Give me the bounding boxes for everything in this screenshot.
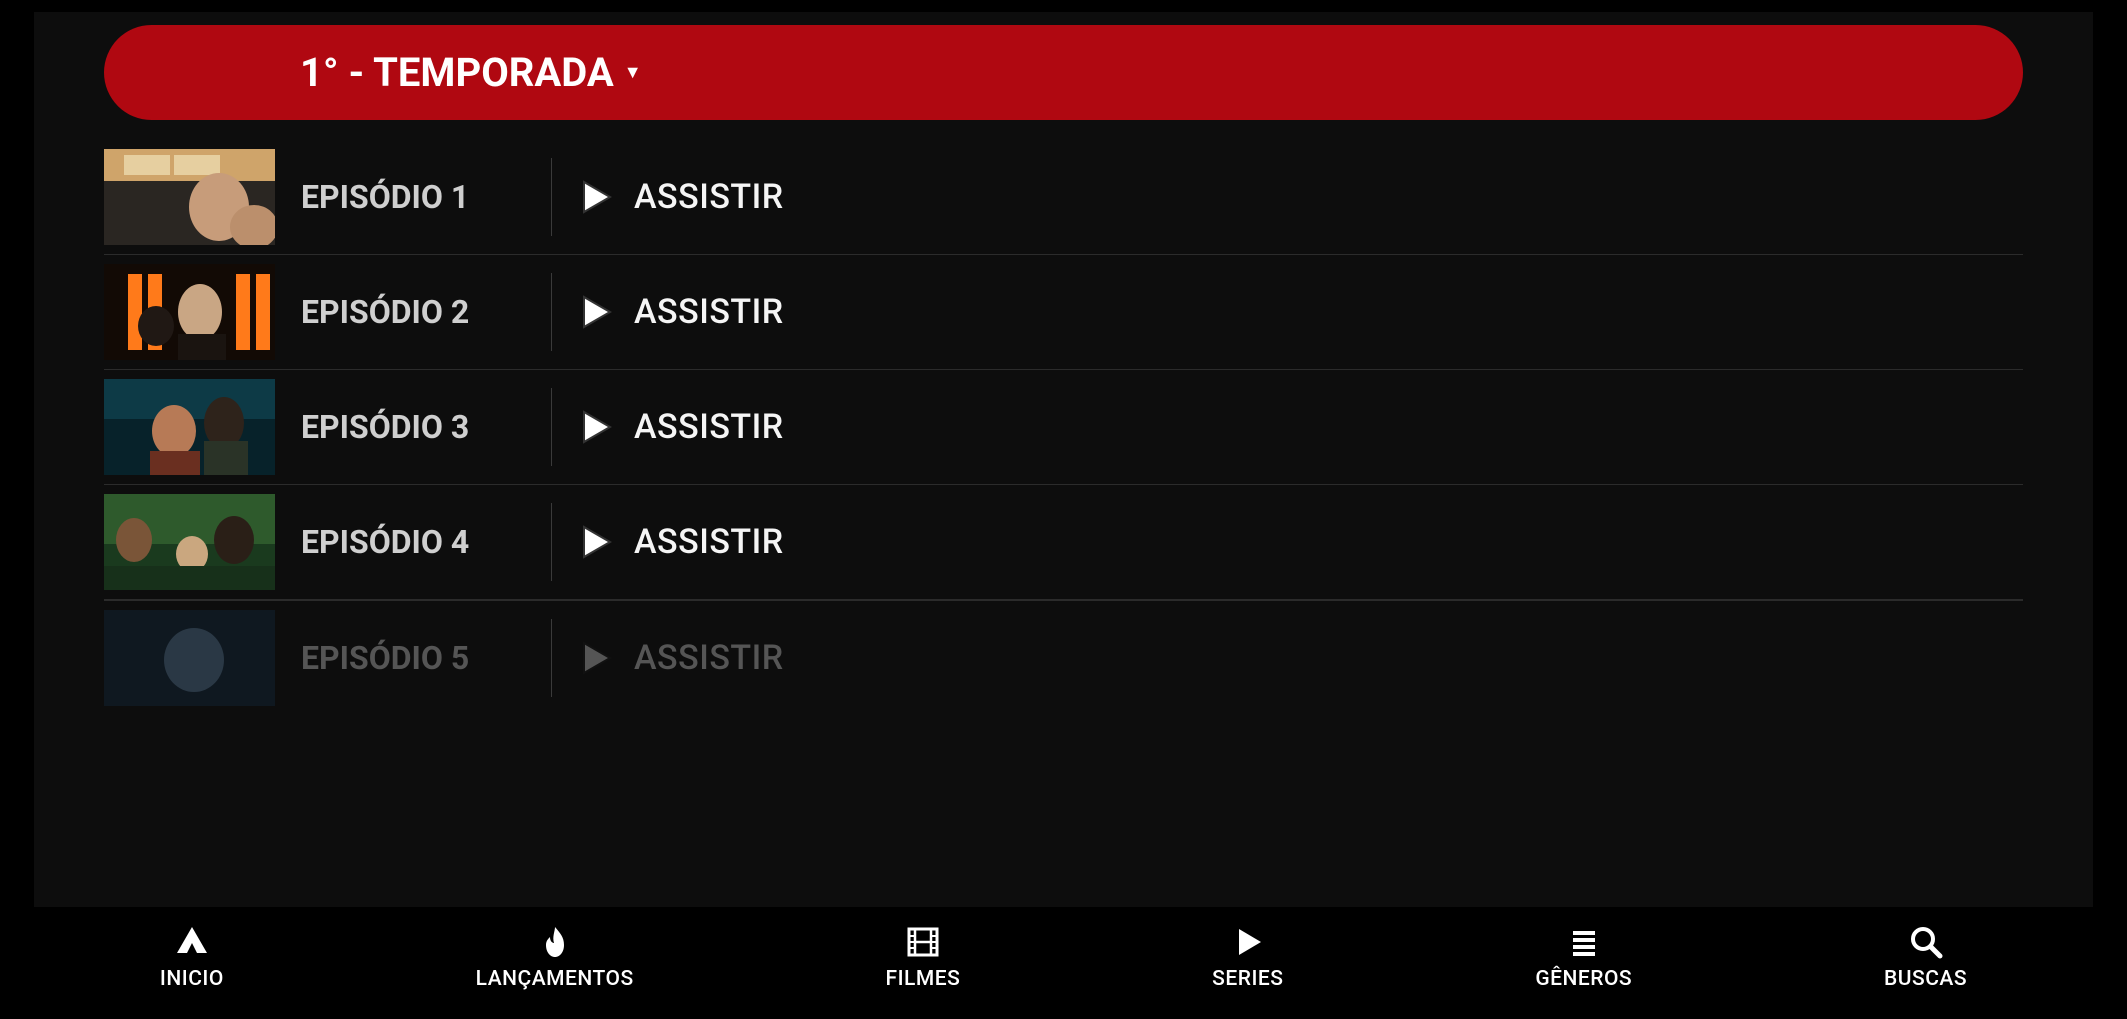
nav-movies[interactable]: FILMES: [886, 923, 961, 991]
film-icon: [904, 923, 942, 961]
episode-thumbnail: [104, 379, 275, 475]
watch-label: ASSISTIR: [634, 292, 784, 332]
episode-thumbnail: [104, 610, 275, 706]
divider: [551, 158, 552, 236]
episode-row[interactable]: EPISÓDIO 2 ASSISTIR: [104, 255, 2023, 370]
divider: [551, 388, 552, 466]
season-selector[interactable]: 1° - TEMPORADA ▼: [104, 25, 2023, 120]
watch-label: ASSISTIR: [634, 522, 784, 562]
nav-label: LANÇAMENTOS: [476, 967, 634, 991]
nav-label: BUSCAS: [1884, 967, 1967, 991]
play-icon: [582, 525, 612, 559]
divider: [551, 619, 552, 697]
play-icon: [582, 641, 612, 675]
episode-row[interactable]: EPISÓDIO 3 ASSISTIR: [104, 370, 2023, 485]
watch-label: ASSISTIR: [634, 177, 784, 217]
episode-thumbnail: [104, 264, 275, 360]
play-icon: [582, 180, 612, 214]
watch-button[interactable]: ASSISTIR: [582, 292, 784, 332]
nav-genres[interactable]: GÊNEROS: [1535, 923, 1632, 991]
play-icon: [582, 295, 612, 329]
nav-series[interactable]: SERIES: [1212, 923, 1283, 991]
divider: [551, 503, 552, 581]
watch-button[interactable]: ASSISTIR: [582, 638, 784, 678]
bottom-nav: INICIO LANÇAMENTOS: [34, 907, 2093, 1007]
episode-row[interactable]: EPISÓDIO 5 ASSISTIR: [104, 600, 2023, 715]
episode-label: EPISÓDIO 1: [301, 178, 551, 216]
episode-label: EPISÓDIO 4: [301, 523, 551, 561]
episode-label: EPISÓDIO 2: [301, 293, 551, 331]
search-icon: [1907, 923, 1945, 961]
watch-label: ASSISTIR: [634, 638, 784, 678]
episode-label: EPISÓDIO 5: [301, 639, 551, 677]
watch-button[interactable]: ASSISTIR: [582, 407, 784, 447]
watch-button[interactable]: ASSISTIR: [582, 522, 784, 562]
episode-row[interactable]: EPISÓDIO 1 ASSISTIR: [104, 140, 2023, 255]
episode-thumbnail: [104, 149, 275, 245]
list-icon: [1565, 923, 1603, 961]
nav-home[interactable]: INICIO: [160, 923, 224, 991]
nav-label: SERIES: [1212, 967, 1283, 991]
season-selector-label: 1° - TEMPORADA: [300, 49, 614, 96]
divider: [551, 273, 552, 351]
play-icon: [582, 410, 612, 444]
episode-label: EPISÓDIO 3: [301, 408, 551, 446]
episode-list: EPISÓDIO 1 ASSISTIR: [104, 140, 2023, 1007]
episode-thumbnail: [104, 494, 275, 590]
home-icon: [173, 923, 211, 961]
watch-button[interactable]: ASSISTIR: [582, 177, 784, 217]
nav-search[interactable]: BUSCAS: [1884, 923, 1967, 991]
nav-label: GÊNEROS: [1535, 967, 1632, 991]
nav-label: INICIO: [160, 967, 224, 991]
flame-icon: [536, 923, 574, 961]
watch-label: ASSISTIR: [634, 407, 784, 447]
nav-label: FILMES: [886, 967, 961, 991]
play-icon: [1229, 923, 1267, 961]
chevron-down-icon: ▼: [624, 62, 642, 83]
episode-row[interactable]: EPISÓDIO 4 ASSISTIR: [104, 485, 2023, 600]
nav-releases[interactable]: LANÇAMENTOS: [476, 923, 634, 991]
